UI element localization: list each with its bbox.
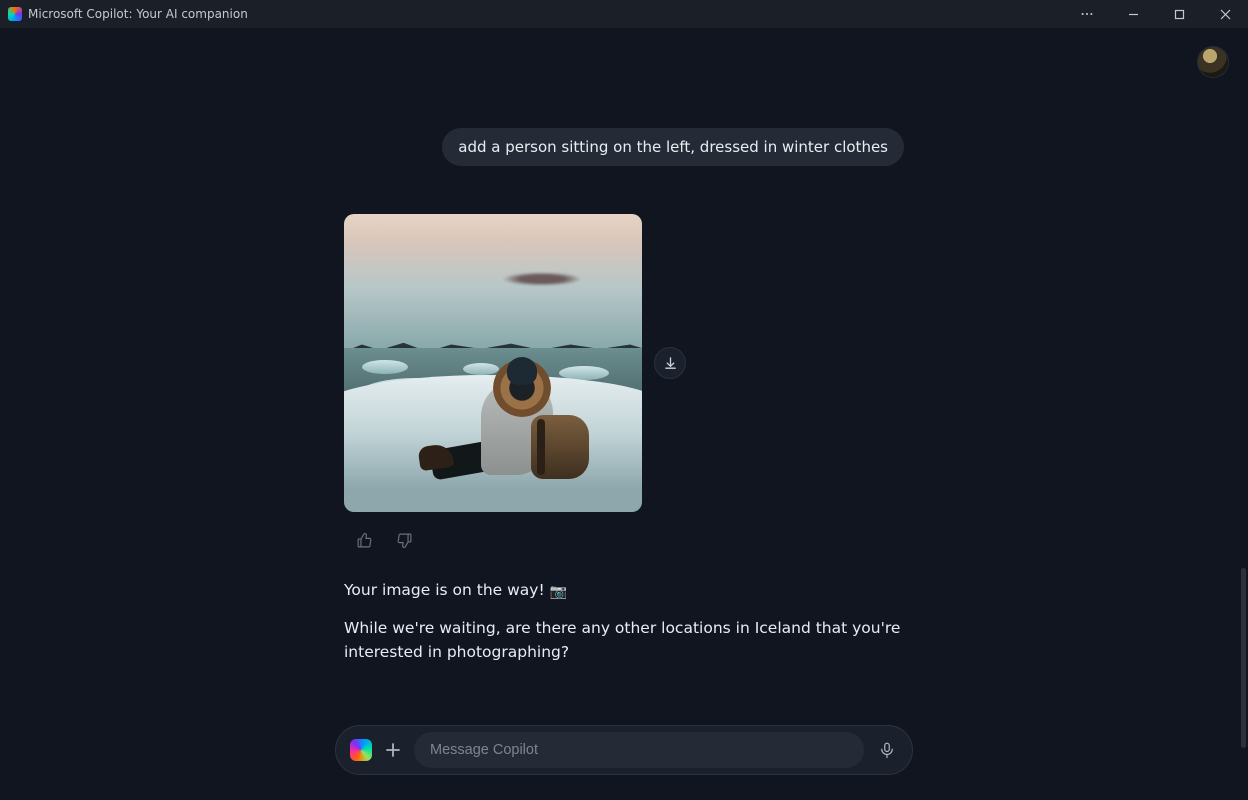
input-bar [335, 725, 913, 775]
generated-image-row [344, 214, 904, 512]
thumbs-up-button[interactable] [354, 530, 374, 550]
microphone-button[interactable] [872, 735, 902, 765]
minimize-icon [1128, 9, 1139, 20]
image-cloud [502, 272, 582, 286]
camera-emoji: 📷 [550, 584, 567, 600]
thumbs-down-button[interactable] [394, 530, 414, 550]
assistant-followup: While we're waiting, are there any other… [344, 616, 904, 664]
generated-image[interactable] [344, 214, 642, 512]
image-icefloe [362, 360, 408, 374]
status-text: Your image is on the way! [344, 581, 545, 599]
copilot-app-icon [8, 7, 22, 21]
assistant-response: Your image is on the way! 📷 While we're … [344, 166, 904, 664]
add-attachment-button[interactable] [380, 737, 406, 763]
thumbs-down-icon [396, 532, 413, 549]
message-input[interactable] [414, 732, 864, 768]
window-title: Microsoft Copilot: Your AI companion [28, 7, 248, 21]
image-sky [344, 214, 642, 348]
content-area: add a person sitting on the left, dresse… [0, 28, 1248, 800]
assistant-status-line: Your image is on the way! 📷 [344, 578, 904, 604]
more-button[interactable] [1064, 0, 1110, 28]
scrollbar[interactable] [1241, 568, 1246, 748]
chat-area: add a person sitting on the left, dresse… [344, 128, 904, 676]
assistant-text: Your image is on the way! 📷 While we're … [344, 578, 904, 664]
plus-icon [384, 741, 402, 759]
user-avatar[interactable] [1198, 47, 1228, 77]
window-controls [1064, 0, 1248, 28]
maximize-button[interactable] [1156, 0, 1202, 28]
download-icon [663, 356, 678, 371]
image-person [469, 363, 619, 512]
feedback-row [354, 530, 904, 550]
user-message-bubble[interactable]: add a person sitting on the left, dresse… [442, 128, 904, 166]
microphone-icon [878, 741, 896, 759]
close-button[interactable] [1202, 0, 1248, 28]
titlebar-left: Microsoft Copilot: Your AI companion [8, 7, 248, 21]
titlebar: Microsoft Copilot: Your AI companion [0, 0, 1248, 28]
copilot-logo-icon[interactable] [350, 739, 372, 761]
close-icon [1220, 9, 1231, 20]
minimize-button[interactable] [1110, 0, 1156, 28]
maximize-icon [1174, 9, 1185, 20]
download-button[interactable] [654, 347, 686, 379]
thumbs-up-icon [356, 532, 373, 549]
more-icon [1080, 7, 1094, 21]
